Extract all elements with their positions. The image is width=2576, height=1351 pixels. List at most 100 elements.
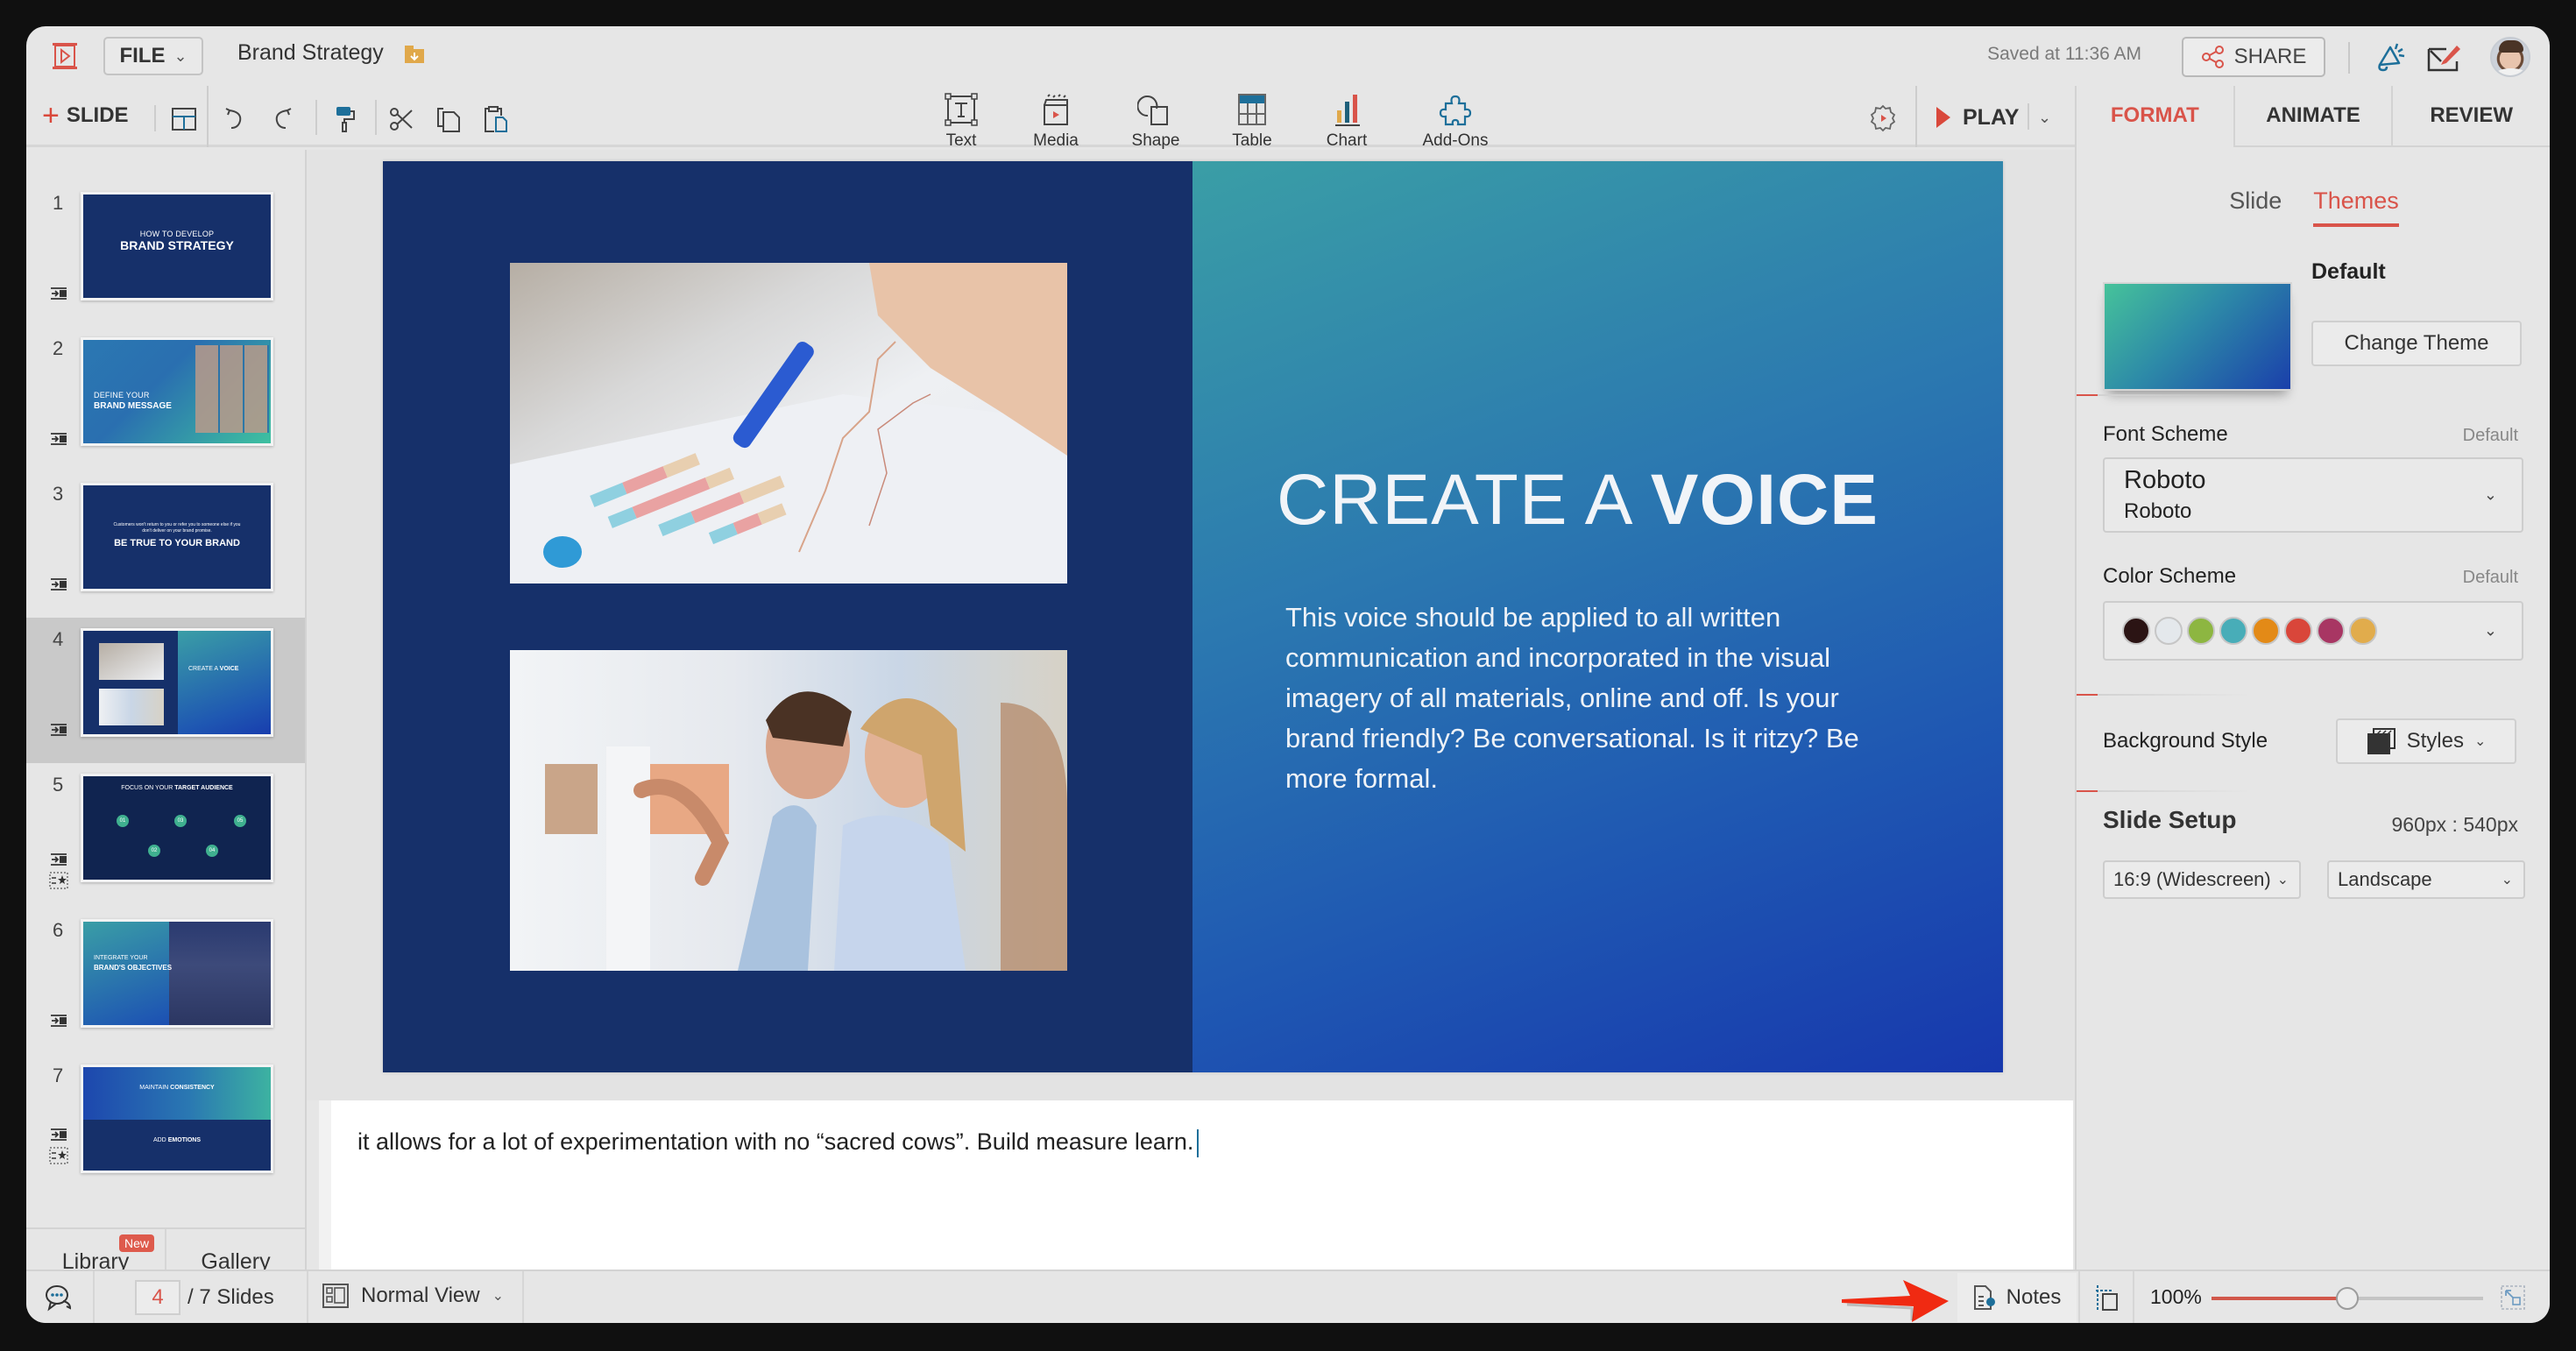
transition-icon[interactable] (49, 285, 68, 302)
animation-star-icon[interactable] (49, 1147, 68, 1164)
slide-thumbnail-row[interactable]: 6 INTEGRATE YOUR BRAND'S OBJECTIVES (26, 909, 305, 1054)
color-swatch (2284, 617, 2312, 645)
slide-thumbnail[interactable]: Customers won't return to you or refer y… (81, 483, 273, 591)
share-button[interactable]: SHARE (2182, 37, 2325, 77)
layout-icon[interactable] (170, 105, 198, 133)
slide-body-text[interactable]: This voice should be applied to all writ… (1285, 598, 1899, 799)
thumb-title-bold: TARGET AUDIENCE (174, 785, 233, 791)
subtab-slide[interactable]: Slide (2229, 187, 2282, 227)
thumb-point: 01 (117, 815, 129, 827)
paste-icon[interactable] (482, 105, 510, 133)
hand-pen-charts-photo (510, 263, 1067, 584)
body-font: Roboto (2124, 499, 2192, 523)
divider (307, 1271, 308, 1323)
folder-move-icon[interactable] (403, 44, 426, 65)
insert-text-button[interactable]: Text (922, 93, 1001, 151)
aspect-ratio-dropdown[interactable]: 16:9 (Widescreen) ⌄ (2103, 860, 2301, 899)
zoom-slider-handle[interactable] (2336, 1287, 2359, 1310)
play-options-chevron-icon[interactable]: ⌄ (2038, 109, 2051, 127)
document-title[interactable]: Brand Strategy (237, 40, 384, 66)
thumb-title: FOCUS ON YOUR TARGET AUDIENCE (83, 785, 271, 791)
slide-title[interactable]: CREATE A VOICE (1277, 459, 1879, 541)
slide-photo-people[interactable] (510, 650, 1067, 971)
transition-icon[interactable] (49, 430, 68, 448)
slide-thumbnail[interactable]: FOCUS ON YOUR TARGET AUDIENCE 01 02 03 0… (81, 774, 273, 882)
transition-icon[interactable] (49, 721, 68, 739)
slide-thumbnail[interactable]: CREATE A VOICE (81, 628, 273, 737)
user-avatar[interactable] (2490, 37, 2530, 77)
transition-icon[interactable] (49, 1126, 68, 1143)
slide-thumbnail-row[interactable]: 7 MAINTAIN CONSISTENCY ADD EMOTIONS (26, 1054, 305, 1199)
transition-icon[interactable] (49, 576, 68, 593)
color-swatch (2219, 617, 2247, 645)
insert-chart-button[interactable]: Chart (1307, 93, 1386, 151)
orientation-dropdown[interactable]: Landscape ⌄ (2327, 860, 2525, 899)
slide-thumbnail[interactable]: INTEGRATE YOUR BRAND'S OBJECTIVES (81, 919, 273, 1028)
tab-animate[interactable]: ANIMATE (2233, 86, 2392, 147)
insert-shape-button[interactable]: Shape (1116, 93, 1195, 151)
divider (2028, 103, 2029, 130)
divider (522, 1271, 524, 1323)
notes-toggle-button[interactable]: Notes (1957, 1273, 2077, 1322)
tab-format[interactable]: FORMAT (2077, 86, 2233, 147)
thumb-photo-grid (195, 345, 269, 433)
color-scheme-label: Color Scheme (2103, 564, 2237, 588)
slide-photo-charts[interactable] (510, 263, 1067, 584)
play-button[interactable]: PLAY (1936, 100, 2019, 135)
slide-thumbnail[interactable]: MAINTAIN CONSISTENCY ADD EMOTIONS (81, 1065, 273, 1173)
file-menu-label: FILE (119, 44, 166, 67)
format-panel: Slide Themes Default Change Theme Font S… (2075, 147, 2550, 1270)
transition-icon[interactable] (49, 851, 68, 868)
current-slide-input[interactable]: 4 (135, 1280, 180, 1315)
redo-icon[interactable] (268, 105, 296, 133)
insert-table-button[interactable]: Table (1213, 93, 1292, 151)
new-badge: New (119, 1234, 155, 1252)
play-settings-gear-icon[interactable] (1868, 103, 1898, 133)
insert-media-button[interactable]: Media (1016, 93, 1095, 151)
cut-scissors-icon[interactable] (387, 105, 415, 133)
fit-to-screen-icon[interactable] (2501, 1285, 2525, 1310)
section-divider (2077, 790, 2252, 792)
current-slide[interactable]: CREATE A VOICE This voice should be appl… (383, 161, 2003, 1072)
background-styles-button[interactable]: Styles ⌄ (2336, 718, 2516, 764)
thumb-kicker: Customers won't return to you or refer y… (113, 522, 241, 534)
view-mode-dropdown[interactable]: Normal View ⌄ (322, 1284, 504, 1308)
zoom-slider[interactable] (2212, 1287, 2483, 1310)
status-bar: 4 / 7 Slides Normal View ⌄ Notes 100% (26, 1270, 2550, 1323)
notes-text[interactable]: it allows for a lot of experimentation w… (357, 1128, 1200, 1157)
thumb-kicker: CREATE A (188, 666, 218, 672)
animation-star-icon[interactable] (49, 872, 68, 889)
save-status: Saved at 11:36 AM (1987, 44, 2141, 64)
speaker-notes[interactable]: it allows for a lot of experimentation w… (319, 1100, 2073, 1270)
slide-thumbnail[interactable]: HOW TO DEVELOP BRAND STRATEGY (81, 192, 273, 301)
thumb-right-half (178, 631, 271, 734)
add-slide-button[interactable]: + SLIDE (42, 101, 129, 131)
slide-thumbnail-row-selected[interactable]: 4 CREATE A VOICE (26, 618, 305, 763)
app-logo-icon[interactable] (49, 40, 81, 72)
section-divider (2077, 694, 2252, 696)
chat-comments-icon[interactable] (44, 1284, 74, 1312)
thumb-title-bold: CONSISTENCY (170, 1085, 215, 1091)
copy-icon[interactable] (435, 105, 463, 133)
subtab-themes[interactable]: Themes (2313, 187, 2399, 227)
slide-thumbnail-row[interactable]: 5 FOCUS ON YOUR TARGET AUDIENCE 01 02 03… (26, 763, 305, 909)
theme-preview[interactable] (2103, 282, 2292, 391)
slide-thumbnail-row[interactable]: 3 Customers won't return to you or refer… (26, 472, 305, 618)
font-scheme-dropdown[interactable]: Roboto Roboto ⌄ (2103, 457, 2523, 533)
undo-icon[interactable] (221, 105, 249, 133)
color-scheme-dropdown[interactable]: ⌄ (2103, 601, 2523, 661)
announcements-megaphone-icon[interactable] (2374, 40, 2408, 74)
change-theme-button[interactable]: Change Theme (2311, 321, 2522, 366)
tab-review[interactable]: REVIEW (2391, 86, 2550, 147)
format-painter-icon[interactable] (331, 105, 359, 133)
thumb-title: CREATE A VOICE (188, 666, 238, 672)
transition-icon[interactable] (49, 1012, 68, 1029)
slide-layout-guide-icon[interactable] (2094, 1284, 2120, 1312)
insert-addons-button[interactable]: Add-Ons (1416, 93, 1495, 151)
slide-thumbnail-row[interactable]: 2 DEFINE YOUR BRAND MESSAGE (26, 327, 305, 472)
slide-thumbnail-row[interactable]: 1 HOW TO DEVELOP BRAND STRATEGY (26, 181, 305, 327)
file-menu-button[interactable]: FILE ⌄ (103, 37, 203, 75)
slide-thumbnail[interactable]: DEFINE YOUR BRAND MESSAGE (81, 337, 273, 446)
feedback-mail-icon[interactable] (2427, 42, 2462, 74)
divider (154, 105, 156, 131)
